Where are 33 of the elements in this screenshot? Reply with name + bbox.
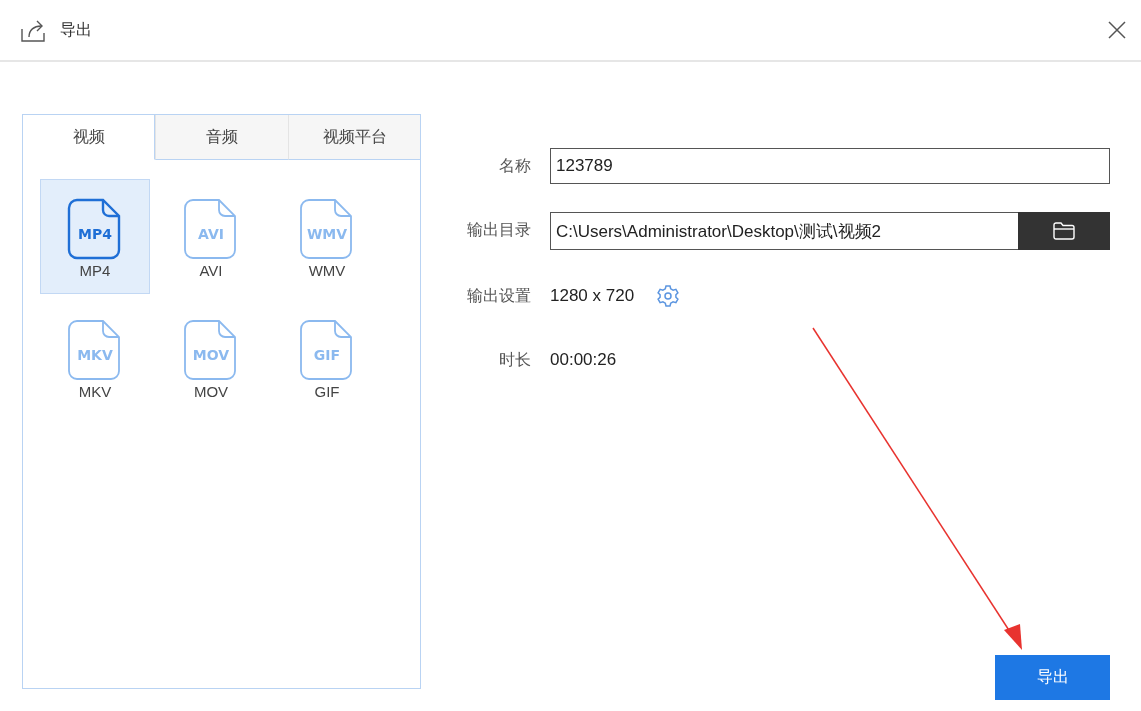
file-type-label: MKV xyxy=(76,347,114,363)
file-type-label: WMV xyxy=(305,226,349,242)
file-icon xyxy=(183,319,239,381)
duration-value: 00:00:26 xyxy=(550,350,617,370)
resolution-value: 1280 x 720 xyxy=(550,286,635,306)
file-icon xyxy=(183,198,239,260)
file-type-label: GIF xyxy=(312,347,342,363)
field-label: 名称 xyxy=(498,155,531,176)
format-option[interactable]: MKV MKV xyxy=(40,300,150,415)
format-option[interactable]: AVI AVI xyxy=(156,179,266,294)
file-icon xyxy=(299,198,355,260)
format-option[interactable]: GIF GIF xyxy=(272,300,382,415)
export-button[interactable]: 导出 xyxy=(995,655,1110,700)
format-option[interactable]: MP4 MP4 xyxy=(40,179,150,294)
tab[interactable]: 视频平台 xyxy=(288,115,420,160)
file-type-label: AVI xyxy=(197,226,225,242)
file-type-label: MOV xyxy=(191,347,231,363)
format-option[interactable]: WMV WMV xyxy=(272,179,382,294)
file-icon xyxy=(67,319,123,381)
field-label: 输出目录 xyxy=(466,219,531,240)
dialog-title: 导出 xyxy=(60,19,92,40)
field-label: 输出设置 xyxy=(466,285,531,306)
file-icon xyxy=(67,198,123,260)
format-option[interactable]: MOV MOV xyxy=(156,300,266,415)
folder-icon xyxy=(1053,222,1075,240)
browse-folder-button[interactable] xyxy=(1018,212,1110,250)
tab[interactable]: 音频 xyxy=(155,115,288,160)
name-field[interactable]: 123789 xyxy=(550,148,1110,184)
field-label: 时长 xyxy=(498,349,531,370)
file-type-label: MP4 xyxy=(77,226,113,242)
output-directory-field[interactable]: C:\Users\Administrator\Desktop\测试\视频2 xyxy=(550,212,1018,250)
settings-icon[interactable] xyxy=(656,284,681,308)
file-icon xyxy=(299,319,355,381)
